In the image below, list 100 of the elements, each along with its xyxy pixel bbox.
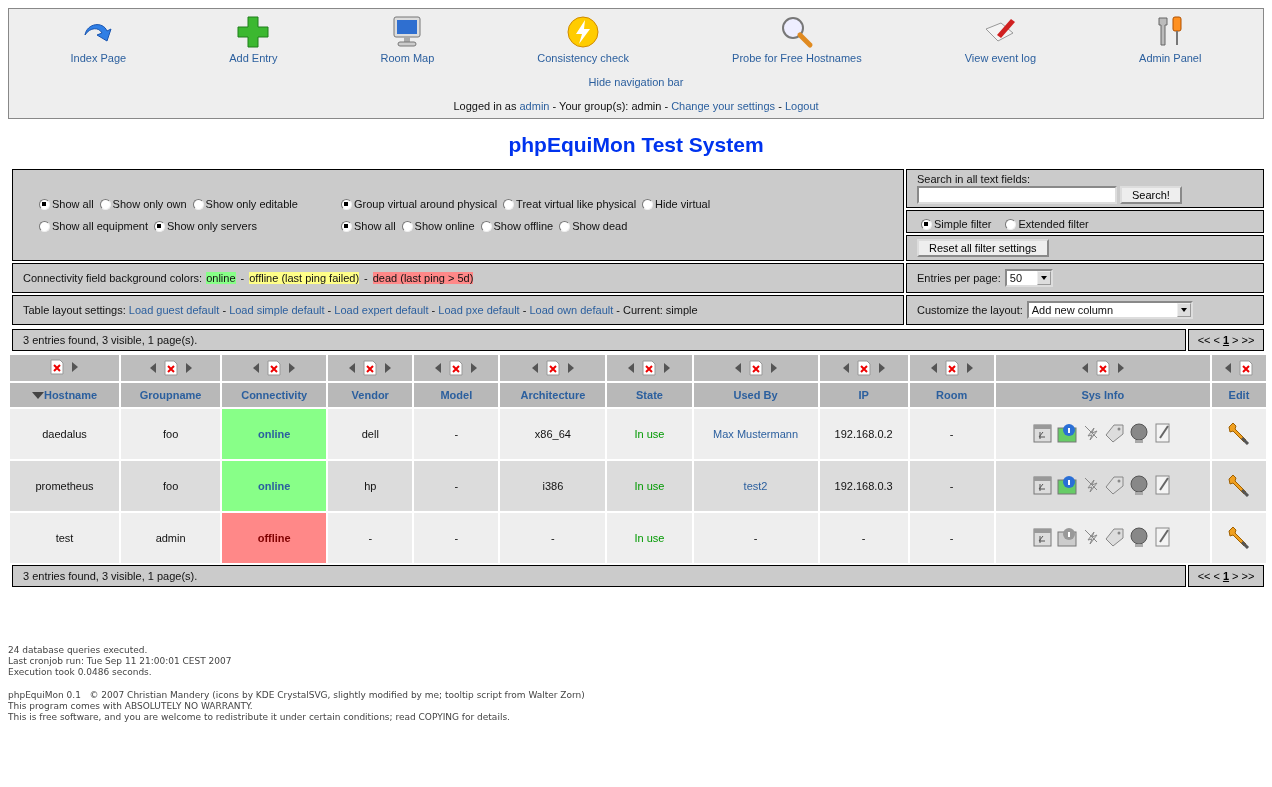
move-left-icon[interactable] (252, 363, 261, 373)
column-header[interactable]: Connectivity (222, 383, 327, 407)
calendar-icon[interactable] (1031, 474, 1054, 496)
radio-option[interactable]: Show dead (559, 220, 628, 232)
user-link[interactable]: test2 (743, 480, 768, 492)
nav-link[interactable]: Index Page (70, 15, 127, 64)
pager-link[interactable]: >> (1241, 334, 1255, 346)
reset-filters-button[interactable]: Reset all filter settings (917, 239, 1049, 257)
pager-link[interactable]: >> (1241, 570, 1255, 582)
remove-column-icon[interactable] (944, 360, 959, 376)
column-header[interactable]: Model (414, 383, 499, 407)
search-button[interactable]: Search! (1120, 186, 1182, 204)
tag-icon[interactable] (1103, 474, 1126, 496)
nav-link[interactable]: View event log (964, 15, 1037, 64)
info-image-icon[interactable] (1055, 422, 1078, 444)
layout-default-link[interactable]: Load guest default (128, 304, 220, 316)
radio-option[interactable]: Show only editable (192, 198, 298, 210)
remove-column-icon[interactable] (748, 360, 763, 376)
user-link[interactable]: Max Mustermann (713, 428, 799, 440)
layout-default-link[interactable]: Load simple default (229, 304, 325, 316)
entries-select[interactable]: 50 (1004, 269, 1053, 287)
move-right-icon[interactable] (1116, 363, 1125, 373)
move-right-icon[interactable] (384, 363, 393, 373)
globe-icon[interactable] (1127, 526, 1150, 548)
nav-link[interactable]: Probe for Free Hostnames (732, 15, 862, 64)
login-link[interactable]: Change your settings (671, 100, 776, 112)
radio-option[interactable]: Show all (39, 198, 94, 210)
pager-link[interactable]: << (1197, 570, 1211, 582)
radio-option[interactable]: Show only own (99, 198, 187, 210)
remove-column-icon[interactable] (1239, 360, 1254, 376)
radio-option[interactable]: Show offline (480, 220, 554, 232)
edit-wrench-icon[interactable] (1225, 473, 1252, 497)
calendar-icon[interactable] (1031, 526, 1054, 548)
calendar-icon[interactable] (1031, 422, 1054, 444)
layout-default-link[interactable]: Load pxe default (438, 304, 520, 316)
move-left-icon[interactable] (841, 363, 850, 373)
edit-wrench-icon[interactable] (1225, 421, 1252, 445)
pager-link[interactable]: 1 (1222, 334, 1230, 346)
column-header[interactable]: Sys Info (995, 383, 1210, 407)
pager-link[interactable]: < (1213, 570, 1220, 582)
radio-option[interactable]: Show all (341, 220, 396, 232)
radio-option[interactable]: Show only servers (154, 220, 257, 232)
tag-icon[interactable] (1103, 526, 1126, 548)
remove-column-icon[interactable] (856, 360, 871, 376)
radio-option[interactable]: Show online (401, 220, 475, 232)
remove-column-icon[interactable] (449, 360, 464, 376)
move-left-icon[interactable] (1080, 363, 1089, 373)
move-right-icon[interactable] (877, 363, 886, 373)
edit-wrench-icon[interactable] (1225, 525, 1252, 549)
radio-option[interactable]: Group virtual around physical (341, 198, 498, 210)
nav-link[interactable]: Admin Panel (1139, 15, 1202, 64)
move-right-icon[interactable] (71, 362, 80, 372)
nav-link[interactable]: Room Map (380, 15, 435, 64)
nav-link[interactable]: Add Entry (229, 15, 278, 64)
remove-column-icon[interactable] (50, 359, 65, 375)
remove-column-icon[interactable] (267, 360, 282, 376)
column-header[interactable]: Architecture (500, 383, 606, 407)
move-right-icon[interactable] (566, 363, 575, 373)
remove-column-icon[interactable] (163, 360, 178, 376)
globe-icon[interactable] (1127, 474, 1150, 496)
remove-column-icon[interactable] (1095, 360, 1110, 376)
pager-link[interactable]: > (1232, 334, 1239, 346)
column-header[interactable]: IP (819, 383, 908, 407)
move-left-icon[interactable] (733, 363, 742, 373)
column-header[interactable]: Used By (693, 383, 818, 407)
radio-option[interactable]: Treat virtual like physical (503, 198, 637, 210)
column-header[interactable]: Hostname (10, 383, 120, 407)
move-left-icon[interactable] (434, 363, 443, 373)
pager-link[interactable]: 1 (1222, 570, 1230, 582)
move-right-icon[interactable] (663, 363, 672, 373)
radio-option[interactable]: Extended filter (1005, 218, 1089, 230)
pager-link[interactable]: > (1232, 570, 1239, 582)
info-image-icon[interactable] (1055, 526, 1078, 548)
move-left-icon[interactable] (1224, 363, 1233, 373)
column-header[interactable]: Groupname (121, 383, 221, 407)
remove-column-icon[interactable] (642, 360, 657, 376)
move-left-icon[interactable] (148, 363, 157, 373)
pager-link[interactable]: < (1213, 334, 1220, 346)
info-image-icon[interactable] (1055, 474, 1078, 496)
layout-default-link[interactable]: Load own default (529, 304, 614, 316)
radio-option[interactable]: Simple filter (921, 218, 992, 230)
move-right-icon[interactable] (965, 363, 974, 373)
pager-link[interactable]: << (1197, 334, 1211, 346)
move-left-icon[interactable] (348, 363, 357, 373)
layout-default-link[interactable]: Load expert default (334, 304, 429, 316)
column-select[interactable]: Add new column (1026, 301, 1193, 319)
column-header[interactable]: State (607, 383, 692, 407)
remove-column-icon[interactable] (545, 360, 560, 376)
radio-option[interactable]: Show all equipment (39, 220, 148, 232)
column-header[interactable]: Room (909, 383, 994, 407)
column-header[interactable]: Edit (1211, 383, 1266, 407)
move-right-icon[interactable] (288, 363, 297, 373)
login-link[interactable]: Logout (784, 100, 819, 112)
move-left-icon[interactable] (530, 363, 539, 373)
move-left-icon[interactable] (929, 363, 938, 373)
globe-icon[interactable] (1127, 422, 1150, 444)
login-link[interactable]: admin (519, 100, 550, 112)
move-right-icon[interactable] (769, 363, 778, 373)
tag-icon[interactable] (1103, 422, 1126, 444)
search-field[interactable] (917, 186, 1117, 204)
